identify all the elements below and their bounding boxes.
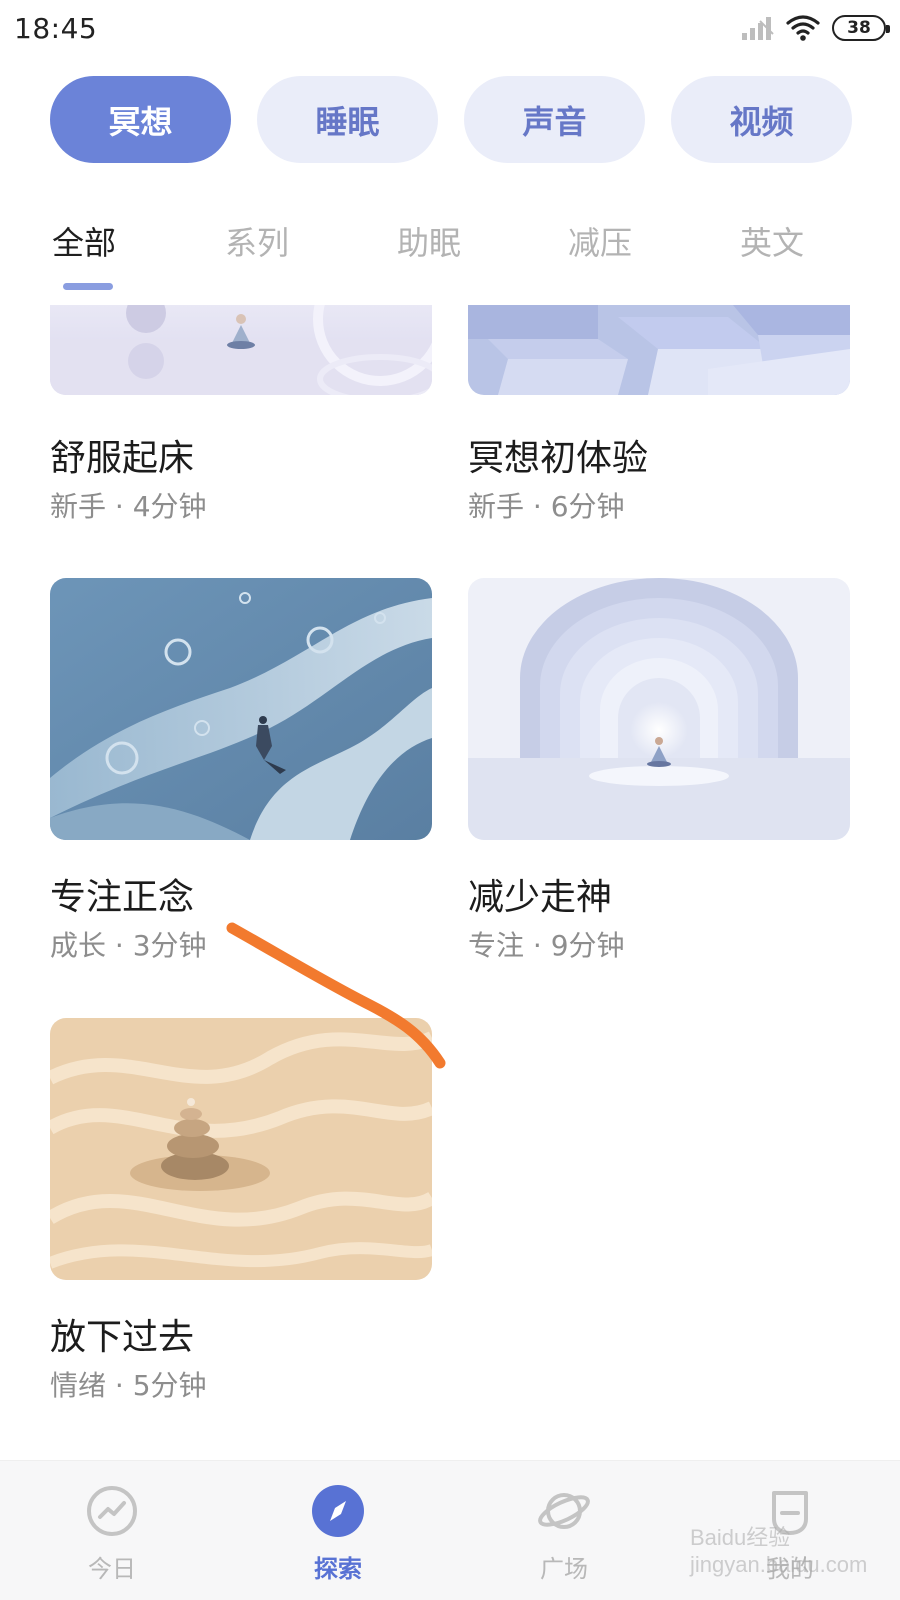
planet-icon [538, 1493, 590, 1529]
course-card-wake-up[interactable]: 舒服起床 新手 · 4分钟 [50, 305, 432, 523]
battery-icon: 38 [832, 15, 890, 41]
primary-category-tabs: 冥想 睡眠 声音 视频 [50, 76, 852, 163]
course-meta: 情绪 · 5分钟 [50, 1369, 207, 1402]
course-meta: 成长 · 3分钟 [50, 929, 207, 962]
course-title: 舒服起床 [50, 438, 195, 479]
course-card-focus-mindfulness[interactable]: 专注正念 成长 · 3分钟 [50, 578, 432, 962]
subtab-series[interactable]: 系列 [225, 218, 289, 264]
status-bar: 18:45 38 [0, 0, 900, 62]
subtab-sleep-aid[interactable]: 助眠 [397, 218, 461, 264]
tab-video[interactable]: 视频 [671, 76, 852, 163]
watermark: Baidu经验 jingyan.baidu.com [690, 1525, 868, 1577]
battery-level: 38 [847, 18, 871, 38]
compass-icon [312, 1485, 364, 1537]
course-card-let-go-past[interactable]: 放下过去 情绪 · 5分钟 [50, 1018, 432, 1402]
status-icons: 38 [740, 14, 890, 42]
tab-sound[interactable]: 声音 [464, 76, 645, 163]
sand-garden-image [50, 1018, 432, 1280]
nav-label: 探索 [314, 1555, 362, 1583]
nav-today[interactable]: 今日 [52, 1483, 172, 1584]
course-card-first-experience[interactable]: 冥想初体验 新手 · 6分钟 [468, 305, 850, 523]
tab-meditation[interactable]: 冥想 [50, 76, 231, 163]
meditation-scene-image [50, 305, 432, 395]
arch-tunnel-image [468, 578, 850, 840]
tab-sleep[interactable]: 睡眠 [257, 76, 438, 163]
nav-square[interactable]: 广场 [504, 1483, 624, 1584]
course-title: 放下过去 [50, 1317, 195, 1358]
signal-icon [742, 17, 774, 40]
course-thumbnail [50, 578, 432, 840]
course-card-reduce-wandering[interactable]: 减少走神 专注 · 9分钟 [468, 578, 850, 962]
course-title: 减少走神 [468, 877, 613, 918]
course-thumbnail [50, 305, 432, 395]
nav-label: 广场 [540, 1555, 588, 1583]
floating-ribbon-image [50, 578, 432, 840]
active-tab-indicator [63, 283, 113, 290]
wifi-icon [786, 15, 820, 41]
course-meta: 新手 · 6分钟 [468, 490, 625, 523]
nav-explore[interactable]: 探索 [278, 1483, 398, 1584]
course-meta: 新手 · 4分钟 [50, 490, 207, 523]
course-grid: 舒服起床 新手 · 4分钟 冥想初体验 新手 · 6分钟 专注正念 成长 · 3… [0, 305, 900, 1460]
course-thumbnail [50, 1018, 432, 1280]
subtab-all[interactable]: 全部 [52, 218, 116, 264]
blocks-scene-image [468, 305, 850, 395]
course-meta: 专注 · 9分钟 [468, 929, 625, 962]
trend-icon [87, 1486, 137, 1536]
course-thumbnail [468, 305, 850, 395]
subtab-stress-relief[interactable]: 减压 [568, 218, 632, 264]
nav-label: 今日 [88, 1555, 136, 1583]
course-title: 专注正念 [50, 877, 195, 918]
subtab-english[interactable]: 英文 [740, 218, 804, 264]
course-title: 冥想初体验 [468, 438, 649, 479]
status-time: 18:45 [14, 12, 98, 45]
course-thumbnail [468, 578, 850, 840]
